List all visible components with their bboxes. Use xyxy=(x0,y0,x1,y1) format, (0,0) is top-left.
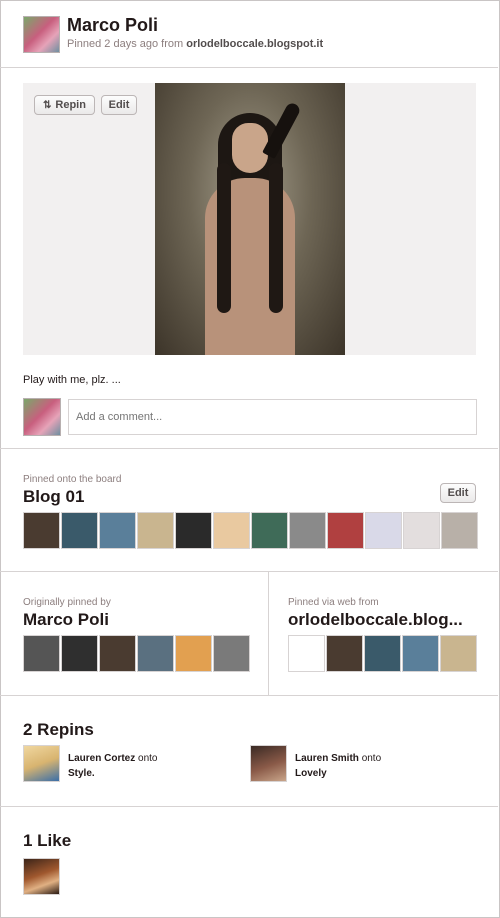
originally-thumb[interactable] xyxy=(61,635,98,672)
board-thumb[interactable] xyxy=(213,512,250,549)
origin-section: Originally pinned by Marco Poli Pinned v… xyxy=(0,572,498,696)
originally-thumb[interactable] xyxy=(175,635,212,672)
onto-text-1: onto xyxy=(138,753,158,764)
repins-title: 2 Repins xyxy=(23,720,94,739)
board-thumb[interactable] xyxy=(441,512,478,549)
via-thumbnails xyxy=(288,635,477,672)
originally-thumb[interactable] xyxy=(137,635,174,672)
board-section: Pinned onto the board Blog 01 Edit xyxy=(0,449,498,572)
board-thumb[interactable] xyxy=(23,512,60,549)
board-thumb[interactable] xyxy=(175,512,212,549)
onto-text-2: onto xyxy=(361,753,382,764)
pushpin-icon: ⇅ xyxy=(43,100,52,111)
edit-board-button[interactable]: Edit xyxy=(440,483,476,503)
image-braid-right xyxy=(269,163,283,313)
origin-divider xyxy=(268,572,269,696)
repinner-name-1[interactable]: Lauren Cortez xyxy=(68,753,135,764)
comment-input[interactable] xyxy=(68,399,477,435)
source-link[interactable]: orlodelboccale.blogspot.it xyxy=(186,38,323,50)
meta-prefix: Pinned 2 days ago from xyxy=(67,38,184,50)
board-thumb[interactable] xyxy=(61,512,98,549)
originally-label: Originally pinned by xyxy=(23,597,111,608)
board-thumb[interactable] xyxy=(327,512,364,549)
originally-name[interactable]: Marco Poli xyxy=(23,610,109,630)
image-face xyxy=(232,123,268,173)
repin-entry-2: Lauren Smith onto Lovely xyxy=(295,753,381,779)
user-avatar[interactable] xyxy=(23,16,60,53)
board-thumb[interactable] xyxy=(99,512,136,549)
repin-board-1[interactable]: Style. xyxy=(68,768,157,779)
via-thumb[interactable] xyxy=(440,635,477,672)
board-thumb[interactable] xyxy=(403,512,440,549)
pin-meta: Pinned 2 days ago from orlodelboccale.bl… xyxy=(67,38,323,50)
board-thumb[interactable] xyxy=(137,512,174,549)
board-name[interactable]: Blog 01 xyxy=(23,487,84,507)
board-label: Pinned onto the board xyxy=(23,474,122,485)
originally-thumb[interactable] xyxy=(99,635,136,672)
via-label: Pinned via web from xyxy=(288,597,379,608)
repin-label: Repin xyxy=(55,99,86,111)
via-thumb[interactable] xyxy=(326,635,363,672)
liker-avatar[interactable] xyxy=(23,858,60,895)
user-name[interactable]: Marco Poli xyxy=(67,15,158,36)
pin-body: ⇅ Repin Edit Play with me, plz. ... xyxy=(0,68,498,449)
originally-thumb[interactable] xyxy=(213,635,250,672)
image-braid-left xyxy=(217,163,231,313)
pin-header: Marco Poli Pinned 2 days ago from orlode… xyxy=(0,0,498,68)
repin-entry-1: Lauren Cortez onto Style. xyxy=(68,753,157,779)
pin-image[interactable] xyxy=(155,83,345,355)
board-thumb[interactable] xyxy=(289,512,326,549)
board-thumb[interactable] xyxy=(251,512,288,549)
via-thumb[interactable] xyxy=(288,635,325,672)
via-thumb[interactable] xyxy=(364,635,401,672)
repin-board-2[interactable]: Lovely xyxy=(295,768,381,779)
via-thumb[interactable] xyxy=(402,635,439,672)
originally-thumbnails xyxy=(23,635,250,672)
originally-thumb[interactable] xyxy=(23,635,60,672)
repinner-name-2[interactable]: Lauren Smith xyxy=(295,753,359,764)
repinner-avatar-2[interactable] xyxy=(250,745,287,782)
board-thumbnails xyxy=(23,512,478,549)
via-name[interactable]: orlodelboccale.blog... xyxy=(288,610,478,630)
edit-pin-button[interactable]: Edit xyxy=(101,95,137,115)
likes-title: 1 Like xyxy=(23,831,72,850)
board-thumb[interactable] xyxy=(365,512,402,549)
likes-section: 1 Like xyxy=(0,807,498,917)
repin-button[interactable]: ⇅ Repin xyxy=(34,95,95,115)
pin-description: Play with me, plz. ... xyxy=(23,374,121,386)
repinner-avatar-1[interactable] xyxy=(23,745,60,782)
commenter-avatar xyxy=(23,398,61,436)
repins-section: 2 Repins Lauren Cortez onto Style. Laure… xyxy=(0,696,498,807)
